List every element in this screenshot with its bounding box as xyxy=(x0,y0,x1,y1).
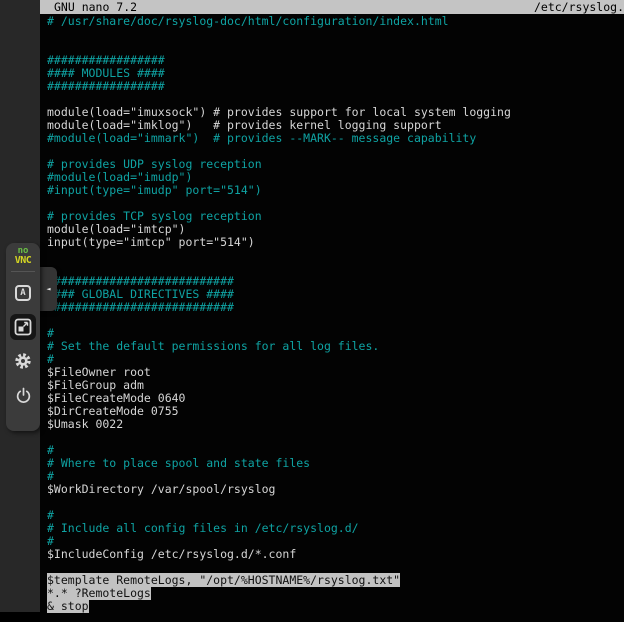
editor-line: $IncludeConfig /etc/rsyslog.d/*.conf xyxy=(47,548,624,561)
editor-line-text: # xyxy=(47,469,54,483)
editor-line-text: input(type="imtcp" port="514") xyxy=(47,235,255,249)
editor-line-text: #input(type="imudp" port="514") xyxy=(47,183,262,197)
settings-button[interactable] xyxy=(10,348,36,374)
editor-line xyxy=(47,431,624,444)
gear-icon xyxy=(14,352,32,370)
editor-line-text: $template RemoteLogs, "/opt/%HOSTNAME%/r… xyxy=(47,573,400,587)
editor-line-text: & stop xyxy=(47,599,89,613)
editor-line: input(type="imtcp" port="514") xyxy=(47,236,624,249)
editor-line xyxy=(47,314,624,327)
novnc-logo-vnc: VNC xyxy=(15,256,32,265)
editor-line-text: $DirCreateMode 0755 xyxy=(47,404,179,418)
editor-line-text: ################# xyxy=(47,53,165,67)
editor-line: *.* ?RemoteLogs xyxy=(47,587,624,600)
editor-line-text: $FileCreateMode 0640 xyxy=(47,391,185,405)
fullscreen-button[interactable] xyxy=(10,314,36,340)
power-icon xyxy=(15,387,32,404)
editor-line-text: $FileGroup adm xyxy=(47,378,144,392)
editor-line: & stop xyxy=(47,600,624,613)
editor-line: # Where to place spool and state files xyxy=(47,457,624,470)
novnc-logo: no VNC xyxy=(15,247,32,265)
panel-separator xyxy=(11,271,35,272)
editor-line-text: # /usr/share/doc/rsyslog-doc/html/config… xyxy=(47,14,449,28)
terminal-window: GNU nano 7.2 /etc/rsyslog. # /usr/share/… xyxy=(40,0,624,622)
editor-line-text: # Set the default permissions for all lo… xyxy=(47,339,379,353)
editor-line-text: # Include all config files in /etc/rsysl… xyxy=(47,521,359,535)
editor-line-text: module(load="imuxsock") # provides suppo… xyxy=(47,105,511,119)
editor-line-text: # xyxy=(47,508,54,522)
editor-line: $WorkDirectory /var/spool/rsyslog xyxy=(47,483,624,496)
editor-line-text: # provides UDP syslog reception xyxy=(47,157,262,171)
editor-line-text: # provides TCP syslog reception xyxy=(47,209,262,223)
editor-line-text: ################# xyxy=(47,79,165,93)
power-button[interactable] xyxy=(10,382,36,408)
editor-line-text: #### GLOBAL DIRECTIVES #### xyxy=(47,287,234,301)
editor-line-text: *.* ?RemoteLogs xyxy=(47,586,151,600)
editor-line: # /usr/share/doc/rsyslog-doc/html/config… xyxy=(47,15,624,28)
editor-line: ########################### xyxy=(47,301,624,314)
editor-line-text: # xyxy=(47,352,54,366)
editor-line: # Set the default permissions for all lo… xyxy=(47,340,624,353)
editor-line-text: #### MODULES #### xyxy=(47,66,165,80)
editor-line: $DirCreateMode 0755 xyxy=(47,405,624,418)
editor-line-text: ########################### xyxy=(47,274,234,288)
nano-file-path: /etc/rsyslog. xyxy=(534,0,624,14)
editor-line-text: #module(load="imudp") xyxy=(47,170,192,184)
editor-line: # Include all config files in /etc/rsysl… xyxy=(47,522,624,535)
nano-app-title: GNU nano 7.2 xyxy=(54,0,137,14)
editor-line-text: #module(load="immark") # provides --MARK… xyxy=(47,131,476,145)
fullscreen-icon xyxy=(14,318,32,336)
screen: GNU nano 7.2 /etc/rsyslog. # /usr/share/… xyxy=(0,0,624,622)
editor-line-text: $FileOwner root xyxy=(47,365,151,379)
editor-line xyxy=(47,496,624,509)
chevron-left-icon: ◄ xyxy=(46,285,50,293)
editor-line-text: # xyxy=(47,326,54,340)
editor-line-text: $IncludeConfig /etc/rsyslog.d/*.conf xyxy=(47,547,296,561)
editor-line-text: # Where to place spool and state files xyxy=(47,456,310,470)
editor-line-text: module(load="imtcp") xyxy=(47,222,185,236)
editor-line-text: ########################### xyxy=(47,300,234,314)
panel-collapse-handle[interactable]: ◄ xyxy=(40,267,57,311)
nano-editor-area[interactable]: # /usr/share/doc/rsyslog-doc/html/config… xyxy=(40,14,624,613)
editor-line-text: # xyxy=(47,534,54,548)
editor-line: $Umask 0022 xyxy=(47,418,624,431)
novnc-control-bar: no VNC A xyxy=(6,243,40,431)
editor-line-text: module(load="imklog") # provides kernel … xyxy=(47,118,442,132)
editor-line: ################# xyxy=(47,80,624,93)
nano-titlebar: GNU nano 7.2 /etc/rsyslog. xyxy=(40,0,624,14)
editor-line: #input(type="imudp" port="514") xyxy=(47,184,624,197)
keycap-a-icon: A xyxy=(15,285,31,301)
keyboard-button[interactable]: A xyxy=(10,280,36,306)
editor-line xyxy=(47,28,624,41)
editor-line-text: $WorkDirectory /var/spool/rsyslog xyxy=(47,482,275,496)
editor-line-text: $Umask 0022 xyxy=(47,417,123,431)
editor-line: #module(load="immark") # provides --MARK… xyxy=(47,132,624,145)
editor-line-text: # xyxy=(47,443,54,457)
editor-line xyxy=(47,249,624,262)
